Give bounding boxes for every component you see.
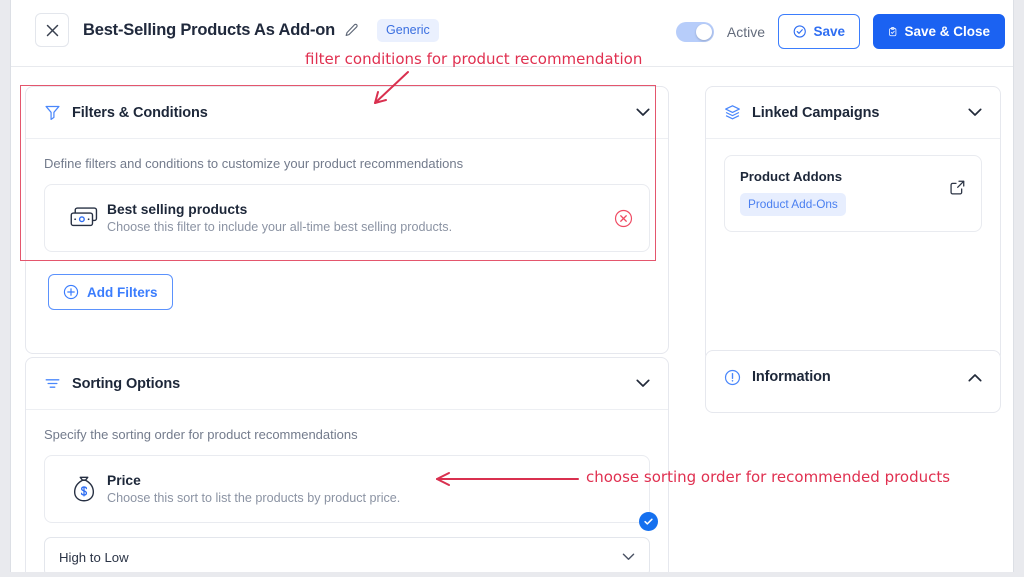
- sort-order-select[interactable]: High to Low: [44, 537, 650, 572]
- edit-title-button[interactable]: [344, 23, 359, 38]
- sort-item-text: Price Choose this sort to list the produ…: [107, 473, 633, 505]
- sorting-card-title: Sorting Options: [72, 375, 181, 392]
- linked-campaign-item[interactable]: Product Addons Product Add-Ons: [724, 155, 982, 232]
- money-bag-icon: [73, 476, 95, 502]
- money-notes-icon: [70, 207, 98, 227]
- sorting-card-header[interactable]: Sorting Options: [26, 358, 668, 410]
- sorting-options-card: Sorting Options Specify the sorting orde…: [25, 357, 669, 572]
- app-root: Best-Selling Products As Add-on Generic …: [0, 0, 1024, 577]
- linked-campaign-text: Product Addons Product Add-Ons: [740, 169, 846, 216]
- open-campaign-button[interactable]: [949, 169, 966, 196]
- filter-item-subtitle: Choose this filter to include your all-t…: [107, 220, 453, 234]
- external-link-icon: [950, 180, 965, 195]
- information-card-header[interactable]: Information: [706, 351, 1000, 403]
- filter-item-row[interactable]: Best selling products Choose this filter…: [44, 184, 650, 252]
- linked-campaigns-header[interactable]: Linked Campaigns: [706, 87, 1000, 139]
- filters-card-description: Define filters and conditions to customi…: [44, 156, 464, 171]
- page-canvas: Best-Selling Products As Add-on Generic …: [10, 0, 1014, 572]
- sort-item-row[interactable]: Price Choose this sort to list the produ…: [44, 455, 658, 531]
- page-title: Best-Selling Products As Add-on: [83, 20, 336, 39]
- filters-card-title: Filters & Conditions: [72, 104, 208, 121]
- information-card-title: Information: [752, 369, 831, 385]
- sort-item-selected-badge: [639, 512, 658, 531]
- save-and-close-button-label: Save & Close: [904, 24, 990, 39]
- page-body: Filters & Conditions Define filters and …: [11, 67, 1013, 572]
- sort-item-subtitle: Choose this sort to list the products by…: [107, 491, 401, 505]
- close-button[interactable]: [35, 13, 69, 47]
- linked-campaigns-card: Linked Campaigns Product Addons Product …: [705, 86, 1001, 362]
- chevron-down-icon: [968, 108, 982, 116]
- check-badge-icon: [644, 518, 653, 525]
- filters-card-collapse-toggle[interactable]: [636, 108, 650, 117]
- plus-circle-icon: [63, 284, 79, 300]
- sort-item-title: Price: [107, 473, 141, 488]
- information-card-collapse-toggle[interactable]: [968, 373, 982, 382]
- linked-campaigns-collapse-toggle[interactable]: [968, 108, 982, 117]
- linked-campaign-badge: Product Add-Ons: [740, 193, 846, 216]
- filter-item-text: Best selling products Choose this filter…: [107, 202, 614, 234]
- linked-campaigns-title: Linked Campaigns: [752, 104, 880, 121]
- filters-and-conditions-card: Filters & Conditions Define filters and …: [25, 86, 669, 354]
- filter-item-title: Best selling products: [107, 202, 248, 217]
- header-left-group: Best-Selling Products As Add-on Generic: [35, 13, 439, 47]
- header-right-group: Active Save Save & Close: [675, 14, 1005, 49]
- active-toggle[interactable]: [675, 21, 714, 42]
- active-toggle-label: Active: [726, 23, 765, 40]
- chevron-down-icon: [622, 553, 635, 560]
- type-badge: Generic: [377, 18, 439, 42]
- sort-order-select-value: High to Low: [59, 549, 129, 565]
- clipboard-check-icon: [889, 26, 897, 36]
- exclamation-circle-icon: [724, 369, 741, 385]
- chevron-down-icon: [636, 108, 650, 116]
- sort-order-select-chevron[interactable]: [622, 553, 635, 561]
- layers-icon: [725, 105, 740, 120]
- funnel-icon: [45, 105, 60, 121]
- money-notes-icon-wrap: [61, 206, 107, 230]
- add-filters-label: Add Filters: [87, 284, 158, 300]
- remove-circle-icon: [614, 209, 633, 227]
- chevron-down-icon: [636, 379, 650, 387]
- save-button[interactable]: Save: [778, 14, 860, 49]
- information-card: Information: [705, 350, 1001, 413]
- money-bag-icon-wrap: [61, 475, 107, 503]
- pencil-icon: [345, 23, 358, 36]
- sorting-card-collapse-toggle[interactable]: [636, 379, 650, 388]
- remove-filter-button[interactable]: [614, 209, 633, 228]
- sorting-card-description: Specify the sorting order for product re…: [44, 427, 358, 442]
- save-button-label: Save: [813, 24, 845, 39]
- linked-campaign-name: Product Addons: [740, 169, 843, 184]
- filters-card-header[interactable]: Filters & Conditions: [26, 87, 668, 139]
- sort-lines-icon: [45, 379, 60, 388]
- chevron-up-icon: [968, 373, 982, 381]
- save-and-close-button[interactable]: Save & Close: [873, 14, 1005, 49]
- check-circle-icon: [793, 25, 806, 38]
- add-filters-button[interactable]: Add Filters: [48, 274, 173, 310]
- page-header: Best-Selling Products As Add-on Generic …: [11, 0, 1013, 67]
- close-icon: [46, 24, 58, 36]
- toggle-knob: [695, 23, 712, 40]
